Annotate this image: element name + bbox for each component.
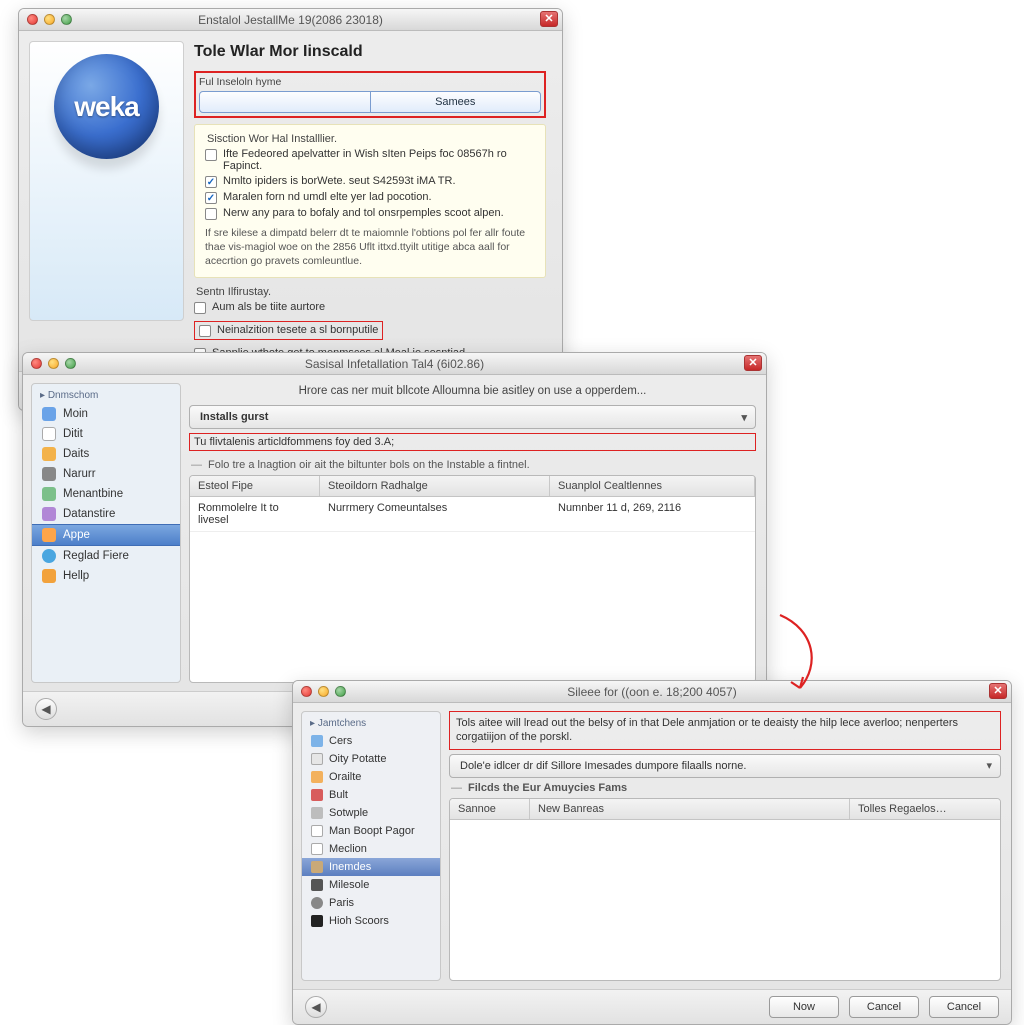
sidebar-item[interactable]: Oity Potatte	[302, 750, 440, 768]
col-3[interactable]: Tolles Regaelos…	[850, 799, 1000, 819]
table: Sannoe New Banreas Tolles Regaelos…	[449, 798, 1001, 981]
sidebar-item-appe[interactable]: Appe	[32, 524, 180, 546]
sidebar-item-ditit[interactable]: Ditit	[32, 424, 180, 444]
category-dropdown[interactable]: Installs gurst	[189, 405, 756, 429]
chk6[interactable]	[199, 325, 211, 337]
sidebar-item-inemdes[interactable]: Inemdes	[302, 858, 440, 876]
chk5-label: Aum als be tiite aurtore	[212, 301, 325, 313]
col-1[interactable]: Sannoe	[450, 799, 530, 819]
category-dropdown[interactable]: Dole'e idlcer dr dif Sillore Imesades du…	[449, 754, 1001, 778]
options-panel: Sisction Wor Hal Installlier. Ifte Fedeo…	[194, 124, 546, 278]
sidebar-item[interactable]: Man Boopt Pagor	[302, 822, 440, 840]
banner-text: Hrore cas ner muit bllcote Alloumna bie …	[189, 385, 756, 397]
window-title: Sileee for ((oon e. 18;200 4057)	[293, 685, 1011, 699]
section1-label: Sisction Wor Hal Installlier.	[207, 133, 535, 145]
sidebar-item[interactable]: Hioh Scoors	[302, 912, 440, 930]
close-light[interactable]	[301, 686, 312, 697]
cancel2-button[interactable]: Cancel	[929, 996, 999, 1018]
col-3[interactable]: Suanplol Cealtlennes	[550, 476, 755, 496]
install-type-segctrl[interactable]: Samees	[199, 91, 541, 113]
sidebar-item-help[interactable]: Hellp	[32, 566, 180, 586]
table-header: Esteol Fipe Steoildorn Radhalge Suanplol…	[190, 476, 755, 497]
sidebar-header: ▸ Jamtchens	[302, 716, 440, 732]
chk3[interactable]	[205, 192, 217, 204]
connector-arrow	[770, 610, 830, 700]
table: Esteol Fipe Steoildorn Radhalge Suanplol…	[189, 475, 756, 683]
chk6-label: Neinalzition tesete a sl bornputile	[217, 324, 378, 336]
traffic-lights	[23, 358, 76, 369]
col-2[interactable]: Steoildorn Radhalge	[320, 476, 550, 496]
close-light[interactable]	[31, 358, 42, 369]
sidebar-item[interactable]: Milesole	[302, 876, 440, 894]
chk2[interactable]	[205, 176, 217, 188]
close-light[interactable]	[27, 14, 38, 25]
sidebar-item[interactable]: Sotwple	[302, 804, 440, 822]
subline: —Folo tre a lnagtion oir ait the biltunt…	[191, 459, 754, 471]
weka-logo: weka	[54, 54, 159, 159]
install-type-label: Ful Inseloln hyme	[199, 76, 541, 88]
col-2[interactable]: New Banreas	[530, 799, 850, 819]
table-row[interactable]: Rommolelre It to livesel Nurrmery Comeun…	[190, 497, 755, 532]
sidebar: ▸ Dnmschom Moin Ditit Daits Narurr Menan…	[31, 383, 181, 683]
subline: —Filcds the Eur Amuycies Fams	[451, 782, 999, 794]
table-header: Sannoe New Banreas Tolles Regaelos…	[450, 799, 1000, 820]
now-button[interactable]: Now	[769, 996, 839, 1018]
sidebar-item-datanstire[interactable]: Datanstire	[32, 504, 180, 524]
back-button[interactable]: ◀	[35, 698, 57, 720]
sidebar-item[interactable]: Paris	[302, 894, 440, 912]
chk1-label: Ifte Fedeored apelvatter in Wish sIten P…	[223, 148, 535, 172]
options-note: If sre kilese a dimpatd belerr dt te mai…	[205, 226, 535, 269]
sidebar-item-narurr[interactable]: Narurr	[32, 464, 180, 484]
highlight-install-type: Ful Inseloln hyme Samees	[194, 71, 546, 118]
close-icon[interactable]: ✕	[989, 683, 1007, 699]
sidebar-item[interactable]: Cers	[302, 732, 440, 750]
seg-2[interactable]: Samees	[371, 92, 541, 112]
chk4-label: Nerw any para to bofaly and tol onsrpemp…	[223, 207, 504, 219]
sidebar-item[interactable]: Bult	[302, 786, 440, 804]
sidebar-item[interactable]: Orailte	[302, 768, 440, 786]
zoom-light[interactable]	[61, 14, 72, 25]
titlebar-win2: Sasisal Infetallation Tal4 (6i02.86) ✕	[23, 353, 766, 375]
close-icon[interactable]: ✕	[540, 11, 558, 27]
titlebar-win3: Sileee for ((oon e. 18;200 4057) ✕	[293, 681, 1011, 703]
sidebar: ▸ Jamtchens Cers Oity Potatte Orailte Bu…	[301, 711, 441, 981]
minimize-light[interactable]	[318, 686, 329, 697]
sidebar-item-menantbine[interactable]: Menantbine	[32, 484, 180, 504]
highlight-message: Tols aitee will lread out the belsy of i…	[449, 711, 1001, 750]
col-1[interactable]: Esteol Fipe	[190, 476, 320, 496]
sidebar-item-daits[interactable]: Daits	[32, 444, 180, 464]
traffic-lights	[293, 686, 346, 697]
sidebar-item-moin[interactable]: Moin	[32, 404, 180, 424]
zoom-light[interactable]	[335, 686, 346, 697]
chk4[interactable]	[205, 208, 217, 220]
chk3-label: Maralen forn nd umdl elte yer lad pocoti…	[223, 191, 432, 203]
window-title: Sasisal Infetallation Tal4 (6i02.86)	[23, 357, 766, 371]
sidebar-item[interactable]: Meclion	[302, 840, 440, 858]
titlebar-win1: Enstalol JestallMe 19(2086 23018) ✕	[19, 9, 562, 31]
section2-label: Sentn Ilfirustay.	[196, 286, 546, 298]
minimize-light[interactable]	[48, 358, 59, 369]
back-button[interactable]: ◀	[305, 996, 327, 1018]
traffic-lights	[19, 14, 72, 25]
sidebar-item-reglad[interactable]: Reglad Fiere	[32, 546, 180, 566]
highlight-line: Tu flivtalenis articldfommens foy ded 3.…	[189, 433, 756, 451]
window-title: Enstalol JestallMe 19(2086 23018)	[19, 13, 562, 27]
wizard-heading: Tole Wlar Mor Iinscald	[194, 43, 546, 61]
wizard-side-image: weka	[29, 41, 184, 321]
cancel-button[interactable]: Cancel	[849, 996, 919, 1018]
chk2-label: Nmlto ipiders is borWete. seut S42593t i…	[223, 175, 456, 187]
close-icon[interactable]: ✕	[744, 355, 762, 371]
zoom-light[interactable]	[65, 358, 76, 369]
seg-1[interactable]	[200, 92, 371, 112]
chk5[interactable]	[194, 302, 206, 314]
minimize-light[interactable]	[44, 14, 55, 25]
sidebar-header: ▸ Dnmschom	[32, 388, 180, 404]
chk1[interactable]	[205, 149, 217, 161]
